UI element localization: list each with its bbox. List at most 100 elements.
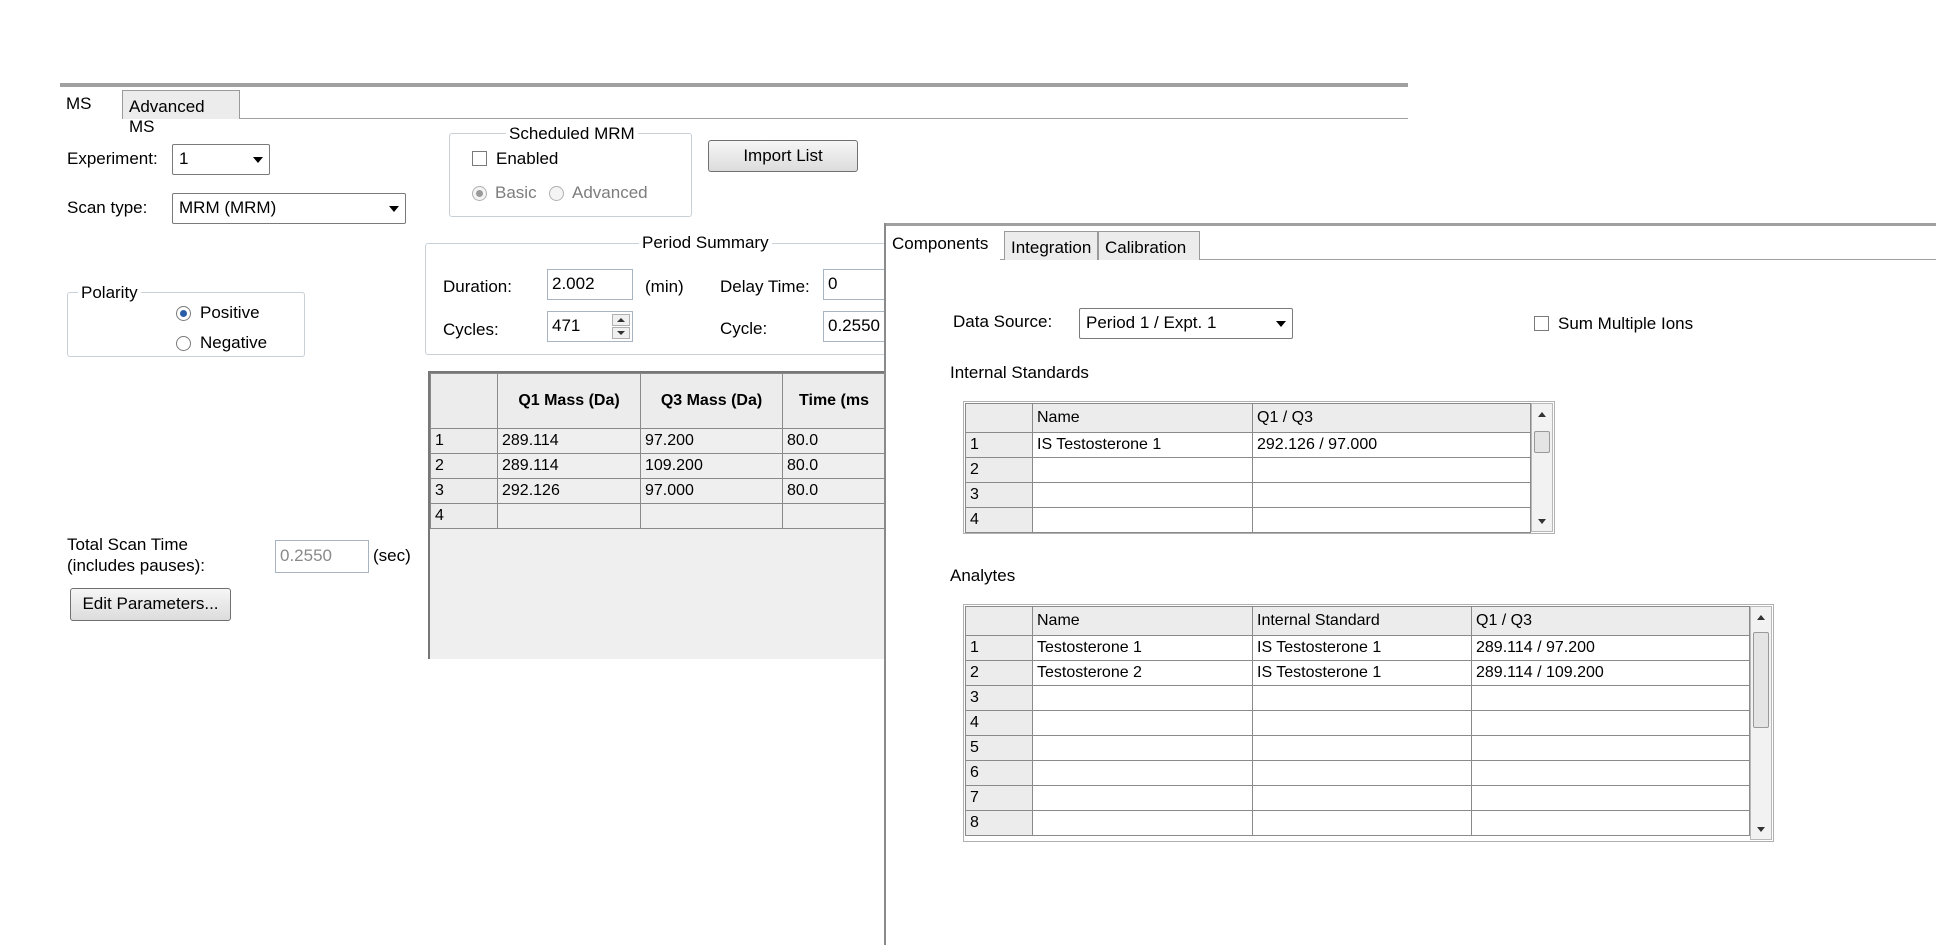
table-row[interactable]: 1 Testosterone 1 IS Testosterone 1 289.1…: [965, 635, 1750, 661]
name-cell[interactable]: [1032, 785, 1253, 811]
table-row[interactable]: 2 Testosterone 2 IS Testosterone 1 289.1…: [965, 660, 1750, 686]
tab-advanced-ms[interactable]: Advanced MS: [122, 90, 240, 136]
q1-q3-cell[interactable]: [1471, 785, 1750, 811]
name-cell[interactable]: [1032, 735, 1253, 761]
q1-q3-cell[interactable]: 292.126 / 97.000: [1252, 432, 1531, 458]
chevron-down-icon: [617, 331, 625, 335]
name-cell[interactable]: [1032, 710, 1253, 736]
time-cell[interactable]: 80.0: [782, 428, 886, 454]
table-row[interactable]: 3: [965, 685, 1750, 711]
q1-q3-cell[interactable]: 289.114 / 109.200: [1471, 660, 1750, 686]
cycles-down-button[interactable]: [612, 327, 630, 339]
table-row[interactable]: 2: [965, 457, 1531, 483]
internal-standards-scrollbar[interactable]: [1531, 403, 1553, 532]
enabled-checkbox[interactable]: [472, 151, 487, 166]
column-header-internal-standard[interactable]: Internal Standard: [1252, 606, 1472, 636]
q1-q3-cell[interactable]: [1471, 810, 1750, 836]
tab-calibration[interactable]: Calibration: [1098, 231, 1200, 260]
analytes-scrollbar[interactable]: [1750, 606, 1772, 840]
name-cell[interactable]: Testosterone 2: [1032, 660, 1253, 686]
table-row[interactable]: 4: [965, 710, 1750, 736]
column-header-name[interactable]: Name: [1032, 403, 1253, 433]
table-row[interactable]: 1 289.114 97.200 80.0: [430, 428, 886, 454]
q3-mass-cell[interactable]: 109.200: [640, 453, 783, 479]
q1-q3-cell[interactable]: [1252, 457, 1531, 483]
tab-components[interactable]: Components: [886, 228, 1000, 260]
positive-radio[interactable]: [176, 306, 191, 321]
name-cell[interactable]: [1032, 760, 1253, 786]
row-number: 1: [430, 428, 498, 454]
q1-q3-cell[interactable]: 289.114 / 97.200: [1471, 635, 1750, 661]
q1-mass-cell[interactable]: 292.126: [497, 478, 641, 504]
table-row[interactable]: 5: [965, 735, 1750, 761]
table-row[interactable]: 2 289.114 109.200 80.0: [430, 453, 886, 479]
time-cell[interactable]: [782, 503, 886, 529]
edit-parameters-button[interactable]: Edit Parameters...: [70, 588, 231, 621]
q3-mass-cell[interactable]: [640, 503, 783, 529]
column-header-name[interactable]: Name: [1032, 606, 1253, 636]
table-row[interactable]: 3: [965, 482, 1531, 508]
data-source-select[interactable]: Period 1 / Expt. 1: [1079, 308, 1293, 339]
cycle-field[interactable]: 0.2550: [823, 311, 893, 342]
experiment-value: 1: [179, 149, 189, 168]
duration-field[interactable]: 2.002: [547, 269, 633, 300]
scrollbar-thumb[interactable]: [1753, 632, 1769, 728]
scan-type-select[interactable]: MRM (MRM): [172, 193, 406, 224]
q3-mass-cell[interactable]: 97.200: [640, 428, 783, 454]
internal-standard-cell[interactable]: [1252, 710, 1472, 736]
name-cell[interactable]: [1032, 507, 1253, 533]
internal-standard-cell[interactable]: [1252, 785, 1472, 811]
q1-mass-cell[interactable]: 289.114: [497, 428, 641, 454]
internal-standard-cell[interactable]: [1252, 735, 1472, 761]
q3-mass-cell[interactable]: 97.000: [640, 478, 783, 504]
cycles-up-button[interactable]: [612, 314, 630, 326]
experiment-select[interactable]: 1: [172, 144, 270, 175]
internal-standards-title: Internal Standards: [950, 363, 1089, 382]
name-cell[interactable]: IS Testosterone 1: [1032, 432, 1253, 458]
tab-ms[interactable]: MS: [60, 88, 122, 119]
internal-standard-cell[interactable]: [1252, 760, 1472, 786]
basic-radio[interactable]: [472, 186, 487, 201]
internal-standard-cell[interactable]: IS Testosterone 1: [1252, 635, 1472, 661]
advanced-radio[interactable]: [549, 186, 564, 201]
sum-multiple-ions-checkbox[interactable]: [1534, 316, 1549, 331]
column-header-q3-mass[interactable]: Q3 Mass (Da): [640, 373, 783, 429]
column-header-q1-q3[interactable]: Q1 / Q3: [1252, 403, 1531, 433]
q1-q3-cell[interactable]: [1471, 760, 1750, 786]
negative-radio[interactable]: [176, 336, 191, 351]
table-row[interactable]: 4: [430, 503, 886, 529]
scan-type-label: Scan type:: [67, 198, 148, 217]
delay-time-field[interactable]: 0: [823, 269, 893, 300]
q1-q3-cell[interactable]: [1471, 735, 1750, 761]
internal-standard-cell[interactable]: [1252, 685, 1472, 711]
table-row[interactable]: 3 292.126 97.000 80.0: [430, 478, 886, 504]
analytes-table: Name Internal Standard Q1 / Q3 1 Testost…: [965, 606, 1750, 836]
internal-standard-cell[interactable]: IS Testosterone 1: [1252, 660, 1472, 686]
name-cell[interactable]: [1032, 482, 1253, 508]
column-header-q1-mass[interactable]: Q1 Mass (Da): [497, 373, 641, 429]
cycles-stepper[interactable]: 471: [547, 311, 633, 342]
import-list-button[interactable]: Import List: [708, 140, 858, 172]
q1-mass-cell[interactable]: [497, 503, 641, 529]
tab-integration[interactable]: Integration: [1004, 231, 1098, 260]
name-cell[interactable]: [1032, 457, 1253, 483]
q1-q3-cell[interactable]: [1471, 710, 1750, 736]
name-cell[interactable]: [1032, 810, 1253, 836]
table-row[interactable]: 7: [965, 785, 1750, 811]
name-cell[interactable]: [1032, 685, 1253, 711]
column-header-q1-q3[interactable]: Q1 / Q3: [1471, 606, 1750, 636]
column-header-time[interactable]: Time (ms: [782, 373, 886, 429]
table-row[interactable]: 8: [965, 810, 1750, 836]
table-row[interactable]: 6: [965, 760, 1750, 786]
q1-mass-cell[interactable]: 289.114: [497, 453, 641, 479]
q1-q3-cell[interactable]: [1252, 507, 1531, 533]
time-cell[interactable]: 80.0: [782, 453, 886, 479]
q1-q3-cell[interactable]: [1471, 685, 1750, 711]
scrollbar-thumb[interactable]: [1534, 431, 1550, 453]
table-row[interactable]: 1 IS Testosterone 1 292.126 / 97.000: [965, 432, 1531, 458]
table-row[interactable]: 4: [965, 507, 1531, 533]
time-cell[interactable]: 80.0: [782, 478, 886, 504]
internal-standard-cell[interactable]: [1252, 810, 1472, 836]
q1-q3-cell[interactable]: [1252, 482, 1531, 508]
name-cell[interactable]: Testosterone 1: [1032, 635, 1253, 661]
